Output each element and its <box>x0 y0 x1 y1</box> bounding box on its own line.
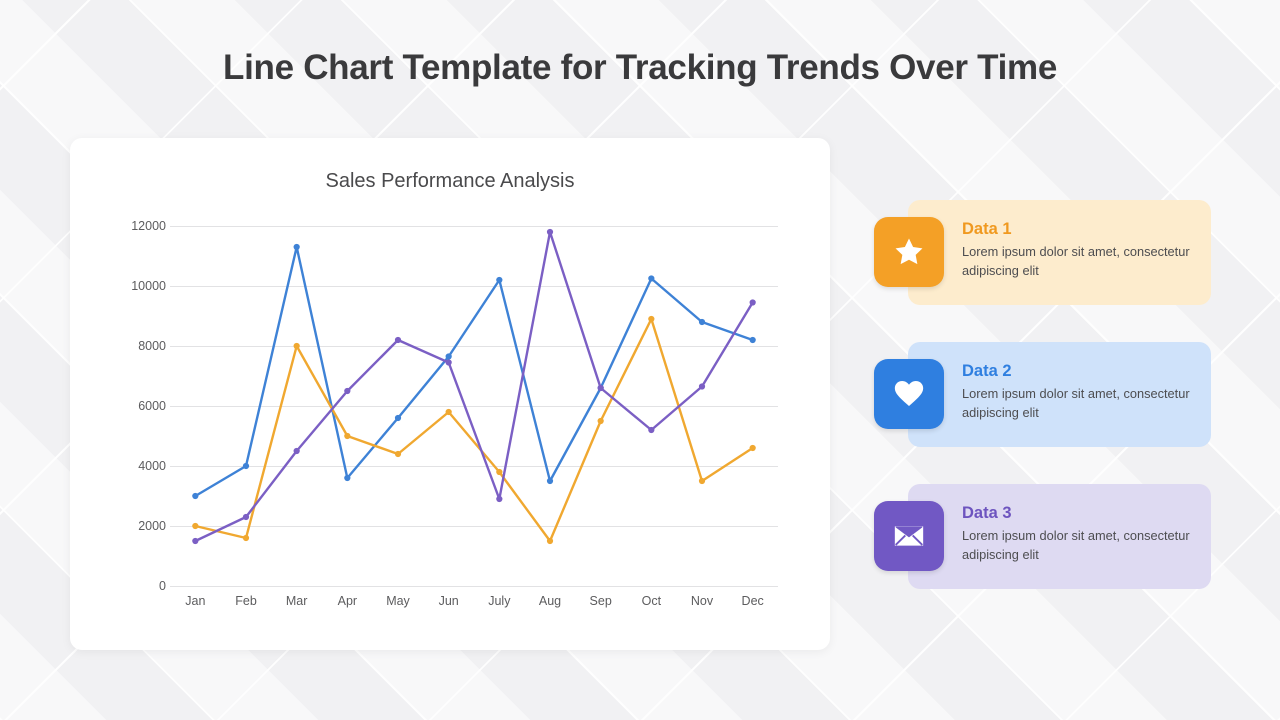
chart-data-point[interactable] <box>445 408 452 416</box>
chart-data-point[interactable] <box>749 299 756 306</box>
chart-data-point[interactable] <box>192 492 199 500</box>
chart-x-tick-label: Aug <box>538 594 562 608</box>
chart-data-point[interactable] <box>496 495 503 503</box>
chart-data-point[interactable] <box>344 387 351 395</box>
legend-title: Data 1 <box>962 220 1012 238</box>
chart-data-point[interactable] <box>496 276 503 284</box>
chart-x-tick-label: May <box>386 594 410 608</box>
legend-card-data-3[interactable]: Data 3 Lorem ipsum dolor sit amet, conse… <box>874 484 1211 589</box>
chart-y-tick-label: 8000 <box>138 339 166 353</box>
chart-data-point[interactable] <box>394 336 402 344</box>
chart-y-tick-label: 4000 <box>138 459 166 473</box>
chart-data-point[interactable] <box>242 534 250 542</box>
chart-x-tick-label: Apr <box>337 594 358 608</box>
chart-series-svg <box>192 228 756 545</box>
legend-card-data-2[interactable]: Data 2 Lorem ipsum dolor sit amet, conse… <box>874 342 1211 447</box>
chart-data-point[interactable] <box>293 342 300 350</box>
legend-description: Lorem ipsum dolor sit amet, consectetur … <box>962 386 1190 420</box>
chart-x-tick-label: Feb <box>235 594 257 608</box>
chart-line-data-2 <box>194 245 754 498</box>
chart-data-point[interactable] <box>192 522 199 530</box>
chart-x-tick-label: Dec <box>741 594 764 608</box>
chart-data-point[interactable] <box>698 383 706 390</box>
chart-data-point[interactable] <box>344 474 351 482</box>
chart-x-tick-label: Jun <box>438 594 459 608</box>
legend-title: Data 2 <box>962 362 1012 380</box>
chart-plot-area: 0 2000 4000 6000 8000 10000 12000 Jan Feb Mar Apr… <box>131 219 778 608</box>
star-icon <box>874 217 944 287</box>
chart-data-point[interactable] <box>293 243 300 251</box>
chart-data-point[interactable] <box>394 450 402 458</box>
chart-data-point[interactable] <box>546 537 554 545</box>
chart-data-point[interactable] <box>597 417 604 425</box>
chart-x-tick-label: Mar <box>285 594 308 608</box>
chart-data-point[interactable] <box>496 468 503 476</box>
legend-card-data-1[interactable]: Data 1 Lorem ipsum dolor sit amet, conse… <box>874 200 1211 305</box>
chart-gridline <box>170 586 778 587</box>
heart-icon <box>874 359 944 429</box>
chart-data-point[interactable] <box>648 275 655 282</box>
page-title: Line Chart Template for Tracking Trends … <box>223 48 1057 87</box>
chart-x-tick-label: Sep <box>589 594 612 608</box>
chart-y-tick-label: 12000 <box>131 219 166 233</box>
chart-y-tick-label: 10000 <box>131 279 166 293</box>
chart-data-point[interactable] <box>648 426 655 434</box>
chart-data-point[interactable] <box>749 444 756 452</box>
chart-x-tick-label: July <box>488 594 511 608</box>
chart-data-point[interactable] <box>546 228 554 236</box>
chart-data-point[interactable] <box>344 432 351 440</box>
chart-data-point[interactable] <box>749 336 756 344</box>
legend-text-data-2: Data 2 Lorem ipsum dolor sit amet, conse… <box>962 362 1202 422</box>
chart-data-point[interactable] <box>597 384 604 392</box>
chart-data-point[interactable] <box>445 359 452 366</box>
chart-data-point[interactable] <box>394 414 402 422</box>
chart-data-point[interactable] <box>698 477 706 485</box>
legend-text-data-3: Data 3 Lorem ipsum dolor sit amet, conse… <box>962 504 1202 564</box>
chart-card: Sales Performance Analysis 0 2000 4000 6000… <box>70 138 830 650</box>
chart-x-tick-label: Jan <box>185 594 206 608</box>
envelope-icon <box>874 501 944 571</box>
legend-description: Lorem ipsum dolor sit amet, consectetur … <box>962 244 1190 278</box>
chart-title: Sales Performance Analysis <box>325 170 575 192</box>
chart-data-point[interactable] <box>546 477 554 485</box>
chart-x-tick-label: Oct <box>641 594 662 608</box>
chart-data-point[interactable] <box>445 353 452 360</box>
chart-data-point[interactable] <box>648 315 655 323</box>
legend-text-data-1: Data 1 Lorem ipsum dolor sit amet, conse… <box>962 220 1202 280</box>
legend-description: Lorem ipsum dolor sit amet, consectetur … <box>962 528 1190 562</box>
chart-data-point[interactable] <box>242 462 250 470</box>
chart-y-tick-label: 0 <box>159 579 166 593</box>
chart-line-data-3 <box>194 230 754 543</box>
chart-data-point[interactable] <box>192 537 199 545</box>
chart-data-point[interactable] <box>698 318 706 326</box>
legend-title: Data 3 <box>962 504 1012 522</box>
chart-y-tick-label: 6000 <box>138 399 166 413</box>
chart-data-point[interactable] <box>293 447 300 455</box>
chart-y-tick-label: 2000 <box>138 519 166 533</box>
chart-data-point[interactable] <box>242 513 250 521</box>
chart-x-tick-label: Nov <box>690 594 714 608</box>
